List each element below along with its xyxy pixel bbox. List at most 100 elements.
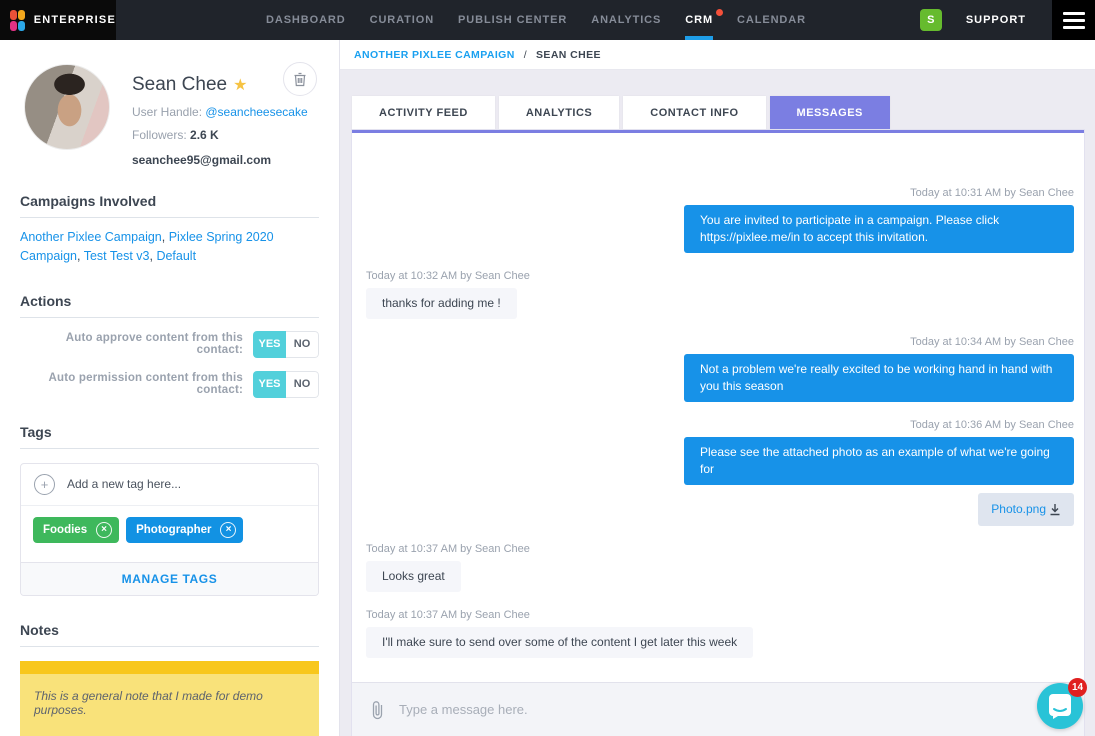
tab-messages[interactable]: MESSAGES: [770, 96, 890, 130]
breadcrumb: ANOTHER PIXLEE CAMPAIGN / SEAN CHEE: [340, 40, 1095, 70]
message-group-5: Today at 10:37 AM by Sean CheeLooks grea…: [366, 543, 1074, 592]
campaign-link-another-pixlee-campaign[interactable]: Another Pixlee Campaign: [20, 230, 162, 244]
campaign-link-default[interactable]: Default: [156, 249, 196, 263]
intercom-launcher[interactable]: 14: [1037, 683, 1083, 729]
brand-name: ENTERPRISE: [34, 14, 116, 26]
paperclip-icon: [370, 700, 385, 720]
campaign-link-test-test-v3[interactable]: Test Test v3: [84, 249, 150, 263]
nav-item-analytics[interactable]: ANALYTICS: [591, 0, 661, 40]
message-bubble: I'll make sure to send over some of the …: [366, 627, 753, 658]
star-icon: ★: [233, 77, 247, 94]
sticky-note-text: This is a general note that I made for d…: [20, 674, 319, 736]
contact-sidebar: Sean Chee★ User Handle: @seancheesecake …: [0, 40, 340, 736]
message-group-3: Today at 10:36 AM by Sean Chee Please see…: [366, 419, 1074, 485]
download-icon: [1049, 503, 1061, 516]
messages-list: Today at 10:31 AM by Sean CheeYou are in…: [352, 133, 1084, 682]
add-tag-input[interactable]: [67, 477, 305, 491]
message-timestamp: Today at 10:34 AM by Sean Chee: [910, 336, 1074, 348]
tag-chip-photographer[interactable]: Photographer ×: [126, 517, 243, 543]
toggle-yes-button[interactable]: YES: [253, 371, 286, 398]
message-bubble: Not a problem we're really excited to be…: [684, 354, 1074, 402]
intercom-unread-badge: 14: [1068, 678, 1087, 697]
tag-input-row: +: [21, 464, 318, 506]
main-area: ANOTHER PIXLEE CAMPAIGN / SEAN CHEE ACTI…: [340, 40, 1095, 736]
toggle-yes-button[interactable]: YES: [253, 331, 286, 358]
tag-chip-foodies[interactable]: Foodies×: [33, 517, 119, 543]
tabs: ACTIVITY FEEDANALYTICSCONTACT INFOMESSAG…: [352, 96, 1095, 130]
message-group-0: Today at 10:31 AM by Sean CheeYou are in…: [366, 187, 1074, 253]
action-rows: Auto approve content from this contact: Y…: [20, 331, 319, 398]
contact-name: Sean Chee ★: [132, 74, 308, 96]
message-input[interactable]: [399, 702, 1032, 717]
message-group-1: Today at 10:32 AM by Sean Chee thanks for…: [366, 270, 1074, 319]
remove-tag-icon[interactable]: ×: [96, 522, 112, 538]
profile-card: Sean Chee★ User Handle: @seancheesecake …: [20, 64, 319, 167]
attachment-filename: Photo.png: [991, 501, 1046, 518]
manage-tags-button[interactable]: MANAGE TAGS: [21, 562, 318, 595]
chat-bubble-icon: [1048, 693, 1072, 719]
message-group-4: Photo.png: [366, 502, 1074, 526]
nav-items: DASHBOARD CURATION PUBLISH CENTER ANALYTICS…: [266, 0, 806, 40]
support-link[interactable]: SUPPORT: [966, 14, 1026, 26]
trash-icon: [293, 72, 307, 87]
action-label-1: Auto permission content from this contac…: [20, 372, 243, 396]
hamburger-menu-icon[interactable]: [1052, 0, 1095, 40]
sticky-note-header: [20, 661, 319, 674]
breadcrumb-campaign-link[interactable]: ANOTHER PIXLEE CAMPAIGN: [354, 49, 515, 61]
attachment-bubble[interactable]: Photo.png: [978, 493, 1074, 526]
nav-item-curation[interactable]: CURATION: [370, 0, 434, 40]
nav-item-publish-center[interactable]: PUBLISH CENTER: [458, 0, 567, 40]
nav-item-crm[interactable]: CRM: [685, 0, 713, 40]
handle-link[interactable]: @seancheesecake: [205, 105, 307, 119]
tag-label: Photographer: [136, 524, 211, 536]
attach-file-button[interactable]: [370, 700, 385, 720]
avatar: [24, 64, 110, 150]
nav-right: S SUPPORT: [920, 0, 1095, 40]
nav-item-dashboard[interactable]: DASHBOARD: [266, 0, 346, 40]
message-timestamp: Today at 10:37 AM by Sean Chee: [366, 543, 530, 555]
messages-panel: Today at 10:31 AM by Sean CheeYou are in…: [352, 130, 1084, 736]
action-toggle-1: YESNO: [253, 371, 319, 398]
message-bubble: Please see the attached photo as an exam…: [684, 437, 1074, 485]
tab-analytics[interactable]: ANALYTICS: [499, 96, 619, 130]
message-timestamp: Today at 10:36 AM by Sean Chee: [910, 419, 1074, 431]
breadcrumb-separator: /: [524, 49, 527, 61]
nav-item-calendar[interactable]: CALENDAR: [737, 0, 806, 40]
brand[interactable]: ENTERPRISE: [0, 0, 116, 40]
delete-contact-button[interactable]: [283, 62, 317, 96]
sticky-note: This is a general note that I made for d…: [20, 661, 319, 736]
message-timestamp: Today at 10:37 AM by Sean Chee: [366, 609, 530, 621]
action-toggle-0: YESNO: [253, 331, 319, 358]
notification-dot: [716, 9, 723, 16]
user-initial-badge[interactable]: S: [920, 9, 942, 31]
actions-title: Actions: [20, 293, 319, 318]
toggle-no-button[interactable]: NO: [286, 371, 319, 398]
message-bubble: You are invited to participate in a camp…: [684, 205, 1074, 253]
action-row-0: Auto approve content from this contact: Y…: [20, 331, 319, 358]
remove-tag-icon[interactable]: ×: [220, 522, 236, 538]
notes-title: Notes: [20, 622, 319, 647]
notes-section: Notes This is a general note that I made…: [20, 622, 319, 736]
contact-name-text: Sean Chee: [132, 74, 227, 95]
tab-contact-info[interactable]: CONTACT INFO: [623, 96, 765, 130]
handle-row: User Handle: @seancheesecake: [132, 105, 308, 119]
pixlee-logo-icon: [10, 10, 25, 31]
followers-row: Followers: 2.6 K: [132, 128, 308, 142]
action-row-1: Auto permission content from this contac…: [20, 371, 319, 398]
campaigns-section: Campaigns Involved Another Pixlee Campai…: [20, 193, 319, 267]
add-tag-icon[interactable]: +: [34, 474, 55, 495]
action-label-0: Auto approve content from this contact:: [20, 332, 243, 356]
campaigns-title: Campaigns Involved: [20, 193, 319, 218]
followers-value: 2.6 K: [190, 128, 219, 142]
toggle-no-button[interactable]: NO: [286, 331, 319, 358]
message-group-6: Today at 10:37 AM by Sean Chee I'll make …: [366, 609, 1074, 658]
contact-email: seanchee95@gmail.com: [132, 153, 308, 167]
message-bubble: thanks for adding me !: [366, 288, 517, 319]
top-nav: ENTERPRISE DASHBOARD CURATION PUBLISH CENT…: [0, 0, 1095, 40]
tags-card: + Foodies× Photographer × MANAGE TAGS: [20, 463, 319, 596]
content: Sean Chee★ User Handle: @seancheesecake …: [0, 40, 1095, 736]
message-timestamp: Today at 10:32 AM by Sean Chee: [366, 270, 530, 282]
tab-activity-feed[interactable]: ACTIVITY FEED: [352, 96, 495, 130]
message-composer: [352, 682, 1084, 736]
breadcrumb-current: SEAN CHEE: [536, 49, 601, 61]
